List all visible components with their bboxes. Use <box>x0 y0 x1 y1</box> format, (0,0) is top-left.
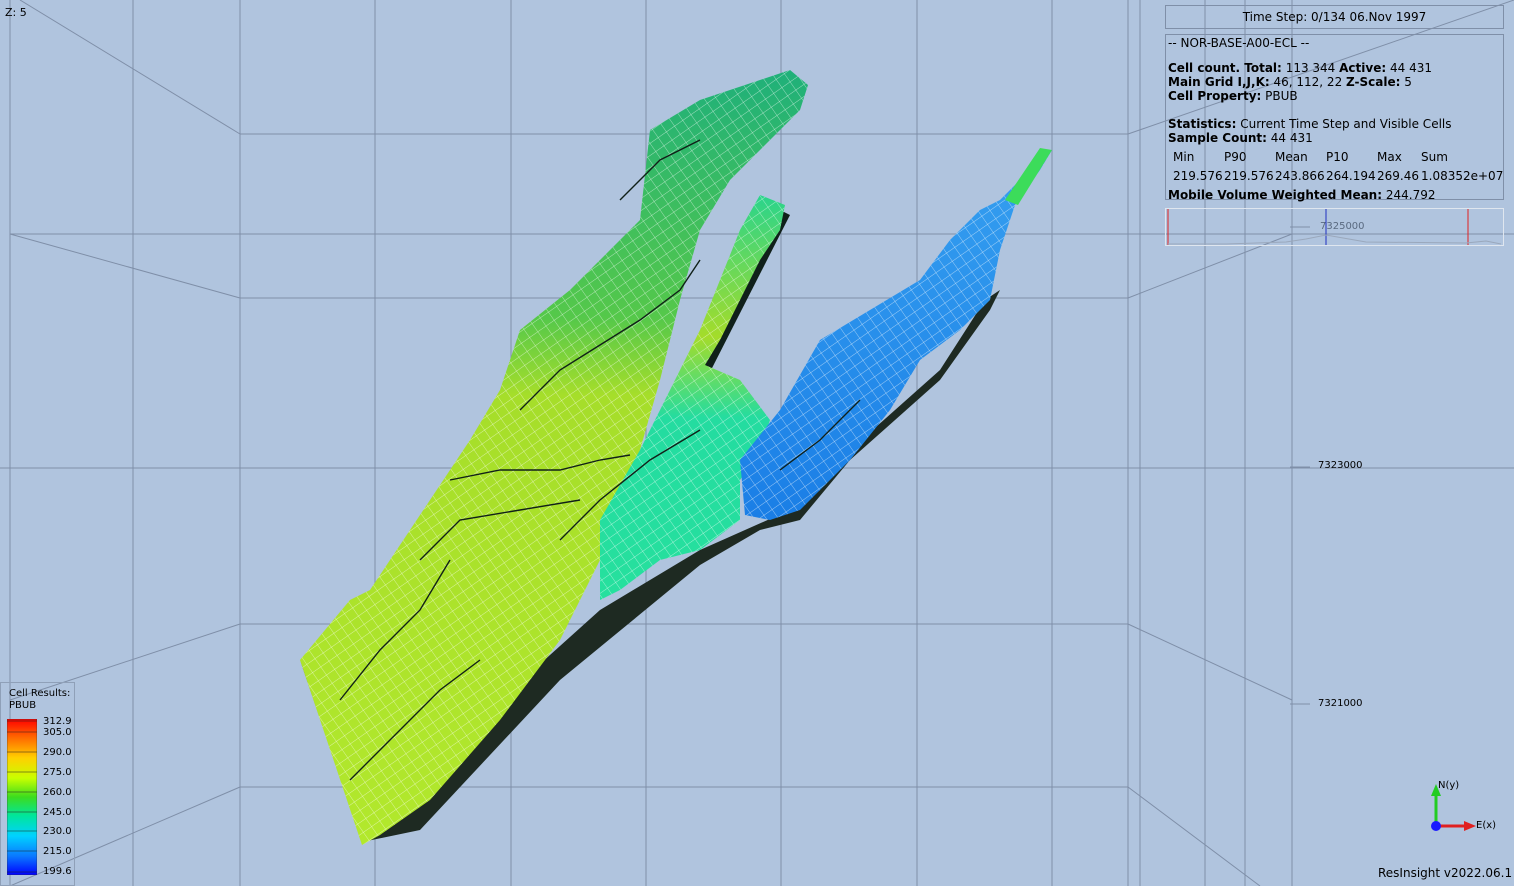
main-grid-row: Main Grid I,J,K: 46, 112, 22 Z-Scale: 5 <box>1168 75 1412 89</box>
case-name: -- NOR-BASE-A00-ECL -- <box>1168 36 1310 50</box>
axes-gizmo <box>1431 784 1476 831</box>
legend-tick: 290.0 <box>43 747 72 758</box>
axis-label-7321000: 7321000 <box>1318 698 1363 709</box>
cell-count-row: Cell count. Total: 113 344 Active: 44 43… <box>1168 61 1432 75</box>
reservoir-model[interactable] <box>300 70 1052 845</box>
statistics-row: Statistics: Current Time Step and Visibl… <box>1168 117 1452 131</box>
stats-value-max: 269.46 <box>1377 169 1419 183</box>
histogram <box>1165 208 1504 246</box>
legend-tick: 260.0 <box>43 787 72 798</box>
histogram-plot <box>1167 209 1502 245</box>
stats-header-p90: P90 <box>1224 150 1247 164</box>
east-axis-label: E(x) <box>1476 820 1497 831</box>
legend-tick: 312.9 <box>43 716 72 727</box>
color-legend: Cell Results: PBUB 312.9 305.0 290.0 275… <box>0 682 75 886</box>
stats-value-mean: 243.866 <box>1275 169 1325 183</box>
legend-tick: 245.0 <box>43 807 72 818</box>
legend-tick: 199.6 <box>43 866 72 877</box>
stats-header-max: Max <box>1377 150 1402 164</box>
stats-value-p90: 219.576 <box>1224 169 1274 183</box>
z-scale-label: Z: 5 <box>5 6 27 19</box>
timestep-box: Time Step: 0/134 06.Nov 1997 <box>1165 5 1504 29</box>
mobile-volume-row: Mobile Volume Weighted Mean: 244.792 <box>1168 188 1436 202</box>
legend-tick: 305.0 <box>43 727 72 738</box>
legend-tick: 230.0 <box>43 826 72 837</box>
legend-color-bar <box>7 719 37 875</box>
stats-value-sum: 1.08352e+07 <box>1421 169 1504 183</box>
legend-tick: 275.0 <box>43 767 72 778</box>
3d-viewport[interactable]: Z: 5 7325000 7323000 7321000 Time Step: … <box>0 0 1514 886</box>
version-label: ResInsight v2022.06.1 <box>1378 866 1513 880</box>
legend-tick: 215.0 <box>43 846 72 857</box>
stats-header-mean: Mean <box>1275 150 1308 164</box>
well-tip <box>1005 148 1052 205</box>
stats-value-p10: 264.194 <box>1326 169 1376 183</box>
legend-property: PBUB <box>9 700 37 711</box>
axis-label-7323000: 7323000 <box>1318 460 1363 471</box>
north-axis-label: N(y) <box>1438 780 1460 791</box>
stats-header-sum: Sum <box>1421 150 1448 164</box>
cell-property-row: Cell Property: PBUB <box>1168 89 1298 103</box>
sample-count-row: Sample Count: 44 431 <box>1168 131 1313 145</box>
stats-header-min: Min <box>1173 150 1195 164</box>
stats-header-p10: P10 <box>1326 150 1349 164</box>
stats-value-min: 219.576 <box>1173 169 1223 183</box>
legend-title: Cell Results: <box>9 688 71 699</box>
